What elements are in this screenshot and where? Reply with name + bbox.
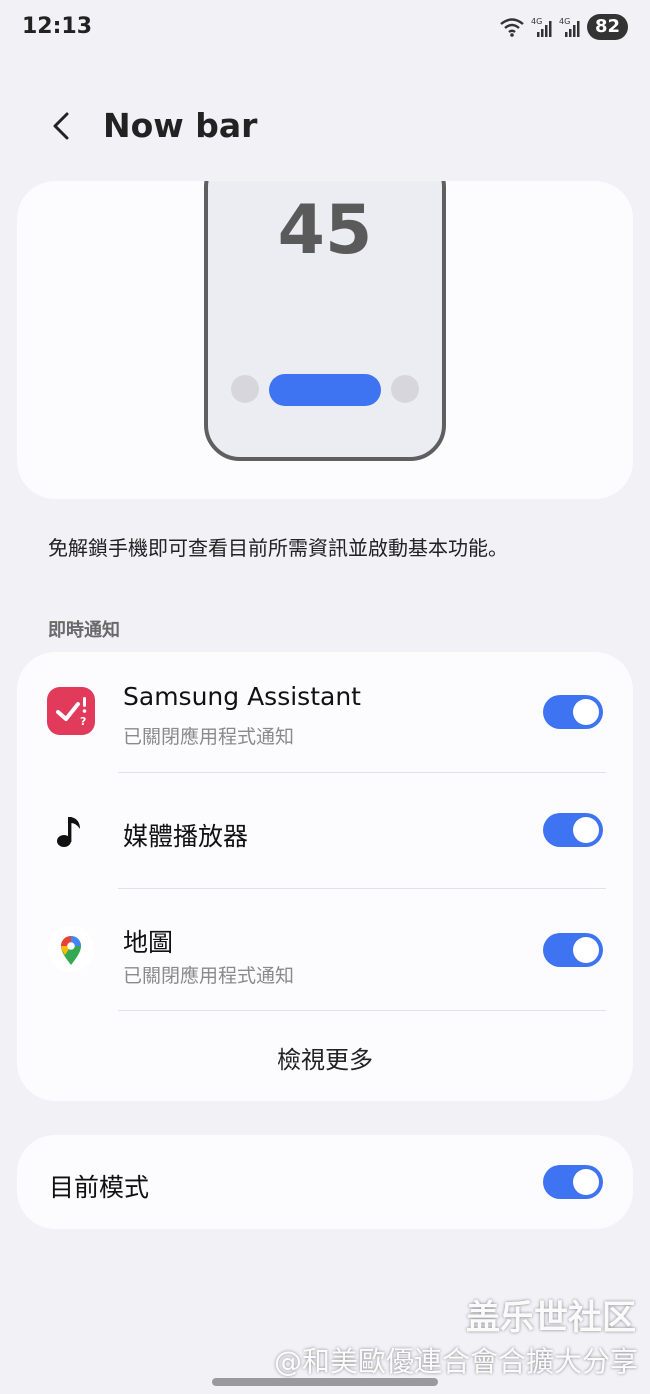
back-button[interactable]	[40, 104, 84, 148]
list-item-samsung-assistant[interactable]: ? Samsung Assistant 已關閉應用程式通知	[17, 652, 633, 772]
status-bar: 12:13 4G 4G 82	[0, 0, 650, 58]
maps-toggle[interactable]	[543, 933, 603, 967]
now-bar-pill	[269, 374, 381, 406]
signal-icon-2: 4G	[559, 17, 580, 37]
preview-dot-right	[391, 375, 419, 403]
maps-pin-icon	[48, 926, 94, 972]
preview-card: 45	[17, 181, 633, 499]
svg-text:4G: 4G	[559, 17, 570, 26]
item-subtitle: 已關閉應用程式通知	[123, 965, 295, 987]
item-subtitle: 已關閉應用程式通知	[123, 726, 295, 748]
watermark-title: 盖乐世社区	[466, 1298, 636, 1338]
item-title: 媒體播放器	[123, 822, 249, 851]
header: Now bar	[0, 98, 650, 158]
phone-illustration: 45	[204, 181, 446, 461]
view-more-button[interactable]: 檢視更多	[17, 1040, 633, 1075]
list-item-maps[interactable]: 地圖 已關閉應用程式通知	[17, 889, 633, 1010]
status-icons: 4G 4G 82	[499, 14, 628, 40]
preview-dot-left	[231, 375, 259, 403]
signal-icon: 4G	[531, 17, 552, 37]
divider	[118, 1010, 606, 1011]
current-mode-label: 目前模式	[49, 1173, 150, 1202]
status-time: 12:13	[22, 14, 93, 39]
list-item-media-player[interactable]: 媒體播放器	[17, 773, 633, 888]
media-player-toggle[interactable]	[543, 813, 603, 847]
samsung-assistant-icon: ?	[47, 687, 95, 735]
item-title: Samsung Assistant	[123, 682, 361, 711]
page-title: Now bar	[103, 106, 258, 145]
current-mode-toggle[interactable]	[543, 1165, 603, 1199]
music-note-icon	[57, 817, 80, 847]
svg-text:?: ?	[80, 715, 86, 728]
watermark-subtitle: @和美歐優連合會合擴大分享	[273, 1345, 638, 1378]
toggle-knob	[573, 937, 599, 963]
battery-indicator: 82	[586, 14, 628, 40]
live-notifications-card: ? Samsung Assistant 已關閉應用程式通知 媒體播放器 地圖 已…	[17, 652, 633, 1101]
item-title: 地圖	[123, 928, 174, 957]
toggle-knob	[573, 699, 599, 725]
section-title-live-notifications: 即時通知	[48, 620, 120, 641]
samsung-assistant-toggle[interactable]	[543, 695, 603, 729]
preview-clock: 45	[277, 191, 373, 270]
toggle-knob	[573, 1169, 599, 1195]
description-text: 免解鎖手機即可查看目前所需資訊並啟動基本功能。	[48, 536, 508, 560]
current-mode-card[interactable]: 目前模式	[17, 1135, 633, 1229]
chevron-left-icon	[53, 112, 69, 140]
svg-text:4G: 4G	[531, 17, 542, 26]
wifi-icon	[500, 18, 524, 37]
home-indicator[interactable]	[212, 1378, 438, 1386]
toggle-knob	[573, 817, 599, 843]
